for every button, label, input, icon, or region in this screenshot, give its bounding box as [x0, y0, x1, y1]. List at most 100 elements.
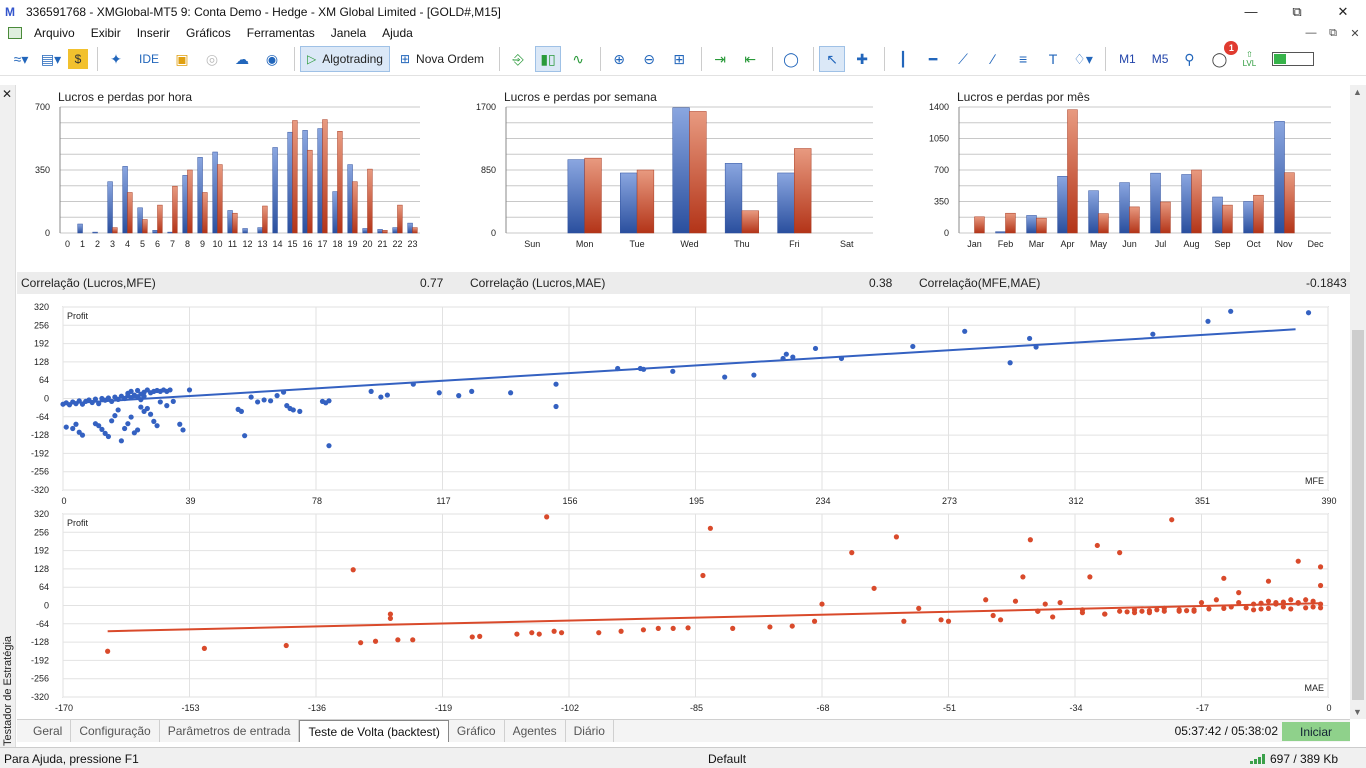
menu-view[interactable]: Exibir: [83, 26, 129, 40]
algotrading-button[interactable]: ▷ Algotrading: [300, 46, 390, 72]
hourly-x-tick-label: 15: [287, 239, 297, 249]
tab-settings[interactable]: Configuração: [71, 720, 160, 742]
search-icon[interactable]: ⚲: [1176, 46, 1202, 72]
mfe-data-point: [641, 366, 647, 372]
bar-chart-icon[interactable]: ⎆: [505, 46, 531, 72]
mae-data-point: [618, 628, 624, 634]
menu-help[interactable]: Ajuda: [374, 26, 421, 40]
mfe-data-point: [553, 381, 559, 387]
mae-data-point: [1250, 601, 1257, 607]
mae-data-point: [1020, 574, 1026, 580]
child-close-icon[interactable]: ✕: [1344, 23, 1366, 43]
zoom-in-icon[interactable]: ⊕: [606, 46, 632, 72]
hourly-profit-bar: [92, 231, 98, 234]
minimize-icon[interactable]: —: [1228, 0, 1274, 23]
zoom-out-icon[interactable]: ⊖: [636, 46, 662, 72]
hourly-loss-bar: [262, 205, 268, 234]
chart-template-dropdown-icon[interactable]: ▤▾: [38, 46, 64, 72]
scroll-up-icon[interactable]: ▲: [1353, 87, 1362, 97]
hourly-profit-bar: [182, 175, 188, 234]
monthly-x-tick-label: Feb: [998, 239, 1014, 249]
crosshair-icon[interactable]: ✚: [849, 46, 875, 72]
hourly-y-tick-label: 700: [35, 102, 50, 112]
tab-journal[interactable]: Diário: [566, 720, 614, 742]
tab-graph[interactable]: Gráfico: [449, 720, 505, 742]
notifications-icon[interactable]: ◯ 1: [1206, 41, 1239, 72]
tab-backtest[interactable]: Teste de Volta (backtest): [299, 720, 449, 742]
strategy-tester-side-panel: ✕ Testador de Estratégia: [0, 85, 16, 747]
mfe-data-point: [248, 394, 254, 400]
channel-icon[interactable]: ∕: [980, 46, 1006, 72]
ide-button[interactable]: IDE: [133, 46, 165, 72]
chart-shift-icon[interactable]: ⇤: [737, 46, 763, 72]
monthly-profit-bar: [1181, 174, 1192, 234]
hourly-profit-bar: [77, 223, 83, 234]
close-window-icon[interactable]: ✕: [1320, 0, 1366, 23]
restore-icon[interactable]: ⧉: [1274, 0, 1320, 23]
mfe-data-point: [238, 408, 244, 414]
separator: [701, 47, 703, 71]
mae-y-tick-label: 128: [34, 564, 49, 574]
autoscroll-icon[interactable]: ⇥: [707, 46, 733, 72]
cursor-icon[interactable]: ↖: [819, 46, 846, 72]
mfe-y-tick-label: 320: [34, 302, 49, 312]
mfe-data-point: [167, 387, 173, 393]
menu-tools[interactable]: Ferramentas: [239, 26, 323, 40]
child-restore-icon[interactable]: ⧉: [1322, 23, 1344, 43]
shopping-bag-icon[interactable]: ▣: [169, 46, 195, 72]
line-icon[interactable]: ∿: [565, 46, 591, 72]
mae-data-point: [1124, 609, 1130, 615]
hourly-loss-bar: [337, 131, 343, 234]
child-minimize-icon[interactable]: —: [1300, 23, 1322, 43]
new-order-button[interactable]: ⊞ Nova Ordem: [394, 46, 490, 72]
mfe-x-tick-label: 312: [1068, 496, 1083, 506]
dollar-icon[interactable]: $: [68, 49, 88, 69]
menu-window[interactable]: Janela: [323, 26, 374, 40]
mfe-data-point: [177, 421, 183, 427]
mae-data-point: [1265, 605, 1272, 611]
vertical-scrollbar[interactable]: ▲ ▼: [1350, 85, 1366, 719]
menu-charts[interactable]: Gráficos: [178, 26, 239, 40]
mae-data-point: [1243, 605, 1249, 611]
hourly-profit-bar: [287, 131, 293, 234]
mae-data-point: [938, 617, 944, 623]
hourly-profit-bar: [152, 230, 158, 234]
sparkle-icon[interactable]: ✦: [103, 46, 129, 72]
mae-scatter-chart: -320-256-192-128-64064128192256320-170 -1…: [31, 509, 1332, 713]
globe-add-icon[interactable]: ◉: [259, 46, 285, 72]
tab-inputs[interactable]: Parâmetros de entrada: [160, 720, 300, 742]
mfe-data-point: [790, 354, 796, 360]
mae-data-point: [916, 605, 922, 611]
start-button[interactable]: Iniciar: [1282, 722, 1350, 741]
timeframe-m5[interactable]: M5: [1144, 52, 1177, 66]
text-icon[interactable]: T: [1040, 46, 1066, 72]
mfe-data-point: [838, 355, 845, 362]
tab-general[interactable]: Geral: [25, 720, 72, 742]
mae-y-axis-label: Profit: [67, 518, 89, 528]
mae-x-tick-label: -119: [435, 703, 452, 713]
scroll-thumb[interactable]: [1352, 330, 1364, 700]
tab-agents[interactable]: Agentes: [505, 720, 566, 742]
signal-icon[interactable]: ◎: [199, 46, 225, 72]
grid-icon[interactable]: ⊞: [666, 46, 692, 72]
menu-insert[interactable]: Inserir: [129, 26, 178, 40]
lvl-icon[interactable]: ⇧ LVL: [1236, 46, 1262, 72]
candlestick-icon[interactable]: ▮▯: [535, 46, 562, 72]
screenshot-icon[interactable]: ◯: [778, 46, 804, 72]
line-chart-dropdown-icon[interactable]: ≈▾: [8, 46, 34, 72]
fibonacci-icon[interactable]: ≡: [1010, 46, 1036, 72]
weekly-chart-title: Lucros e perdas por semana: [504, 90, 657, 104]
mfe-data-point: [99, 426, 105, 432]
vertical-line-icon[interactable]: ┃: [890, 46, 916, 72]
mfe-y-tick-label: -256: [31, 467, 49, 477]
cloud-icon[interactable]: ☁: [229, 46, 255, 72]
close-panel-icon[interactable]: ✕: [2, 87, 12, 101]
horizontal-line-icon[interactable]: ━: [920, 46, 946, 72]
timeframe-m1[interactable]: M1: [1111, 52, 1144, 66]
mae-data-point: [1176, 607, 1182, 613]
scroll-down-icon[interactable]: ▼: [1353, 707, 1362, 717]
menu-app-icon[interactable]: [8, 27, 22, 39]
shapes-dropdown-icon[interactable]: ♢▾: [1070, 46, 1096, 72]
menu-file[interactable]: Arquivo: [26, 26, 83, 40]
trendline-icon[interactable]: ⟋: [950, 46, 976, 72]
